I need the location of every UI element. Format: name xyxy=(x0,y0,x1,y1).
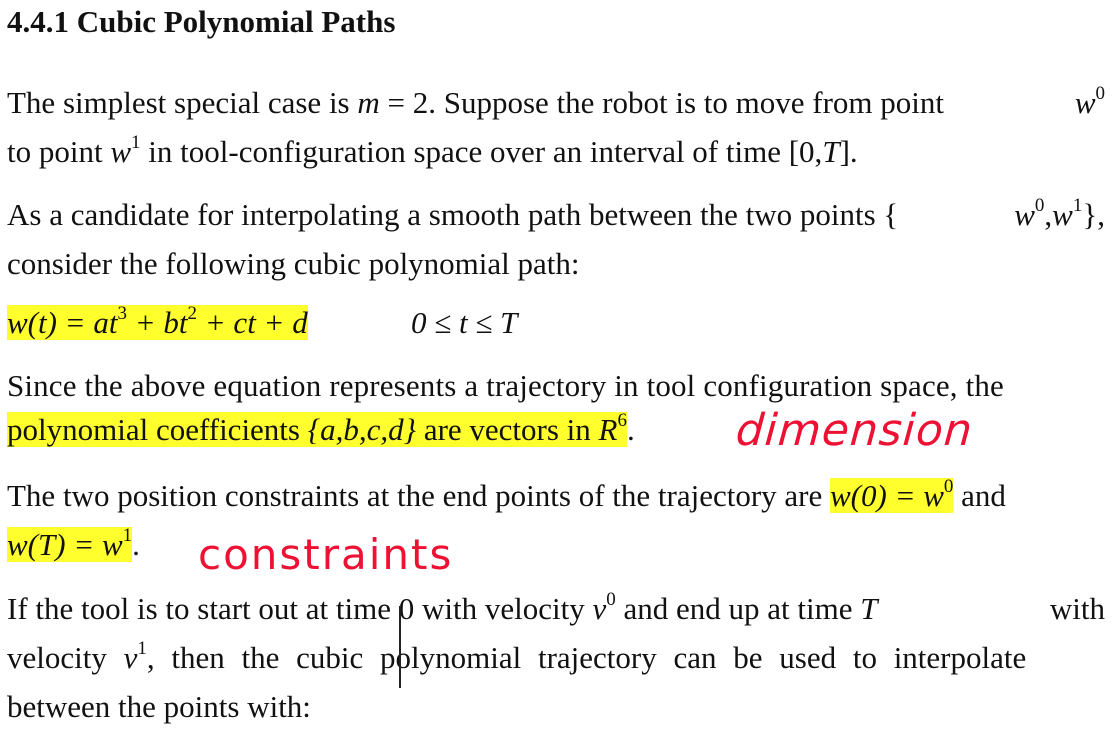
paragraph-velocity: If the tool is to start out at time 0 wi… xyxy=(7,587,1105,729)
equation-range: 0 ≤ t ≤ T xyxy=(411,305,518,340)
paragraph-position-constraints: The two position constraints at the end … xyxy=(7,474,1105,572)
document-page: 4.4.1 Cubic Polynomial Paths The simples… xyxy=(0,0,1112,724)
handwritten-annotation-constraints: constraints xyxy=(198,530,454,579)
equation-cubic: w(t) = at3 + bt2 + ct + d 0 ≤ t ≤ T xyxy=(7,301,1105,350)
text-segment: If the tool is to start out at time 0 wi… xyxy=(7,589,878,626)
paragraph-candidate: As a candidate for interpolating a smoot… xyxy=(7,193,1105,286)
handwritten-annotation-dimension: dimension xyxy=(734,405,975,456)
paragraph-velocity-line-1: If the tool is to start out at time 0 wi… xyxy=(7,587,1105,636)
math-w0: w0 xyxy=(1074,83,1105,120)
paragraph-candidate-line-1: As a candidate for interpolating a smoot… xyxy=(7,193,1105,242)
text-segment-end: with xyxy=(1049,591,1105,626)
end-constraint-highlight: w(T) = w1 xyxy=(7,525,133,562)
paragraph-position-constraints-line-2: w(T) = w1. xyxy=(7,525,140,562)
paragraph-coefficients-line-1: Since the above equation represents a tr… xyxy=(7,368,1004,403)
paragraph-position-constraints-line-1: The two position constraints at the end … xyxy=(7,476,1006,513)
paragraph-intro-line-2: to point w1 in tool-configuration space … xyxy=(7,132,858,169)
paragraph-intro-line-1: The simplest special case is m = 2. Supp… xyxy=(7,81,1105,130)
equation-highlight: w(t) = at3 + bt2 + ct + d xyxy=(7,303,308,340)
text-segment: As a candidate for interpolating a smoot… xyxy=(7,197,899,232)
paragraph-velocity-line-2: velocity v1, then the cubic polynomial t… xyxy=(7,638,1027,675)
paragraph-velocity-line-3: between the points with: xyxy=(7,689,311,724)
math-point-set: w0,w1}, xyxy=(1014,195,1105,232)
start-constraint-highlight: w(0) = w0 xyxy=(830,476,954,513)
paragraph-candidate-line-2: consider the following cubic polynomial … xyxy=(7,246,580,281)
paragraph-intro: The simplest special case is m = 2. Supp… xyxy=(7,81,1105,179)
text-segment: The simplest special case is m = 2. Supp… xyxy=(7,85,945,120)
text-cursor xyxy=(399,606,401,688)
coefficients-highlight: polynomial coefficients {a,b,c,d} are ve… xyxy=(7,410,627,447)
section-heading: 4.4.1 Cubic Polynomial Paths xyxy=(7,4,396,39)
